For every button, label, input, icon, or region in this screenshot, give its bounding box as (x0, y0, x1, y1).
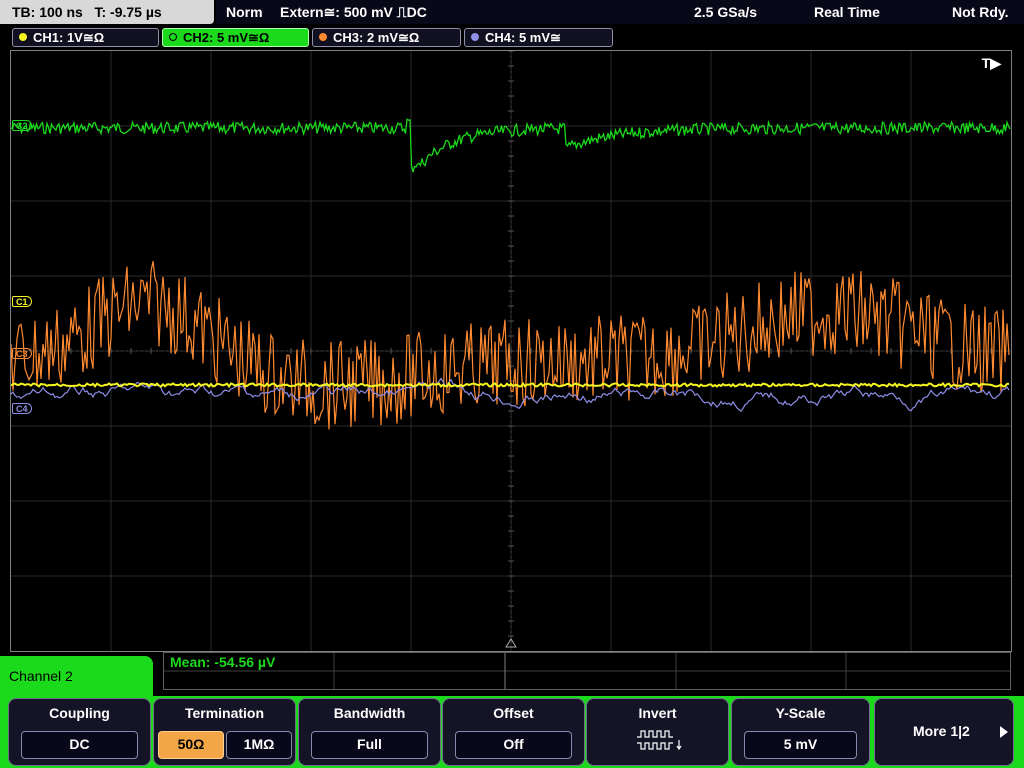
ch4-trace (11, 377, 1010, 412)
coupling-value[interactable]: DC (21, 731, 138, 759)
coupling-softkey[interactable]: Coupling DC (8, 698, 151, 766)
termination-softkey[interactable]: Termination 50Ω 1MΩ (153, 698, 296, 766)
bandwidth-value[interactable]: Full (311, 731, 428, 759)
ch3-ground-marker[interactable]: C3 (12, 348, 32, 359)
bandwidth-softkey[interactable]: Bandwidth Full (298, 698, 441, 766)
ch4-dot-icon (471, 33, 479, 41)
offset-value[interactable]: Off (455, 731, 572, 759)
status-bar: Norm Extern≅: 500 mV ⎍DC 2.5 GSa/s Real … (216, 0, 1024, 24)
ch1-dot-icon (19, 33, 27, 41)
trigger-source[interactable]: Extern≅: 500 mV ⎍DC (280, 0, 427, 24)
ch1-trace (11, 381, 1009, 389)
tab-ch2[interactable]: CH2: 5 mV≅Ω (162, 28, 309, 47)
tab-ch4[interactable]: CH4: 5 mV≅ (464, 28, 613, 47)
waveform-display[interactable]: T▶ C2 C1 C3 C4 (10, 50, 1012, 652)
more-softkey[interactable]: More 1|2 (874, 698, 1014, 766)
tab-ch1[interactable]: CH1: 1V≅Ω (12, 28, 159, 47)
trigger-time: T: -9.75 µs (94, 4, 162, 20)
yscale-value[interactable]: 5 mV (744, 731, 857, 759)
ch3-dot-icon (319, 33, 327, 41)
sample-rate: 2.5 GSa/s (694, 4, 758, 20)
next-page-icon (1000, 726, 1008, 738)
measurement-bar: Mean: -54.56 µV (163, 652, 1011, 690)
trigger-mode[interactable]: Norm (226, 0, 263, 24)
timebase: TB: 100 ns (12, 4, 83, 20)
termination-1mohm[interactable]: 1MΩ (226, 731, 292, 759)
ch4-ground-marker[interactable]: C4 (12, 403, 32, 414)
offset-softkey[interactable]: Offset Off (442, 698, 585, 766)
waveform-canvas (11, 51, 1011, 651)
ch1-ground-marker[interactable]: C1 (12, 296, 32, 307)
invert-softkey[interactable]: Invert (586, 698, 729, 766)
termination-50ohm[interactable]: 50Ω (158, 731, 224, 759)
tab-ch3[interactable]: CH3: 2 mV≅Ω (312, 28, 461, 47)
timebase-readout[interactable]: TB: 100 ns T: -9.75 µs (0, 0, 214, 24)
measurement-grid (164, 653, 1010, 689)
yscale-softkey[interactable]: Y-Scale 5 mV (731, 698, 870, 766)
acquisition-mode: Real Time (814, 4, 880, 20)
trigger-level-icon: T▶ (981, 55, 1001, 71)
menu-title: Channel 2 (0, 656, 153, 696)
acquisition-state: Not Rdy. (952, 4, 1009, 20)
graticule (11, 51, 1011, 651)
ch2-ground-marker[interactable]: C2 (12, 120, 32, 131)
invert-waveform-icon (637, 730, 682, 751)
ch2-dot-icon (169, 33, 177, 41)
